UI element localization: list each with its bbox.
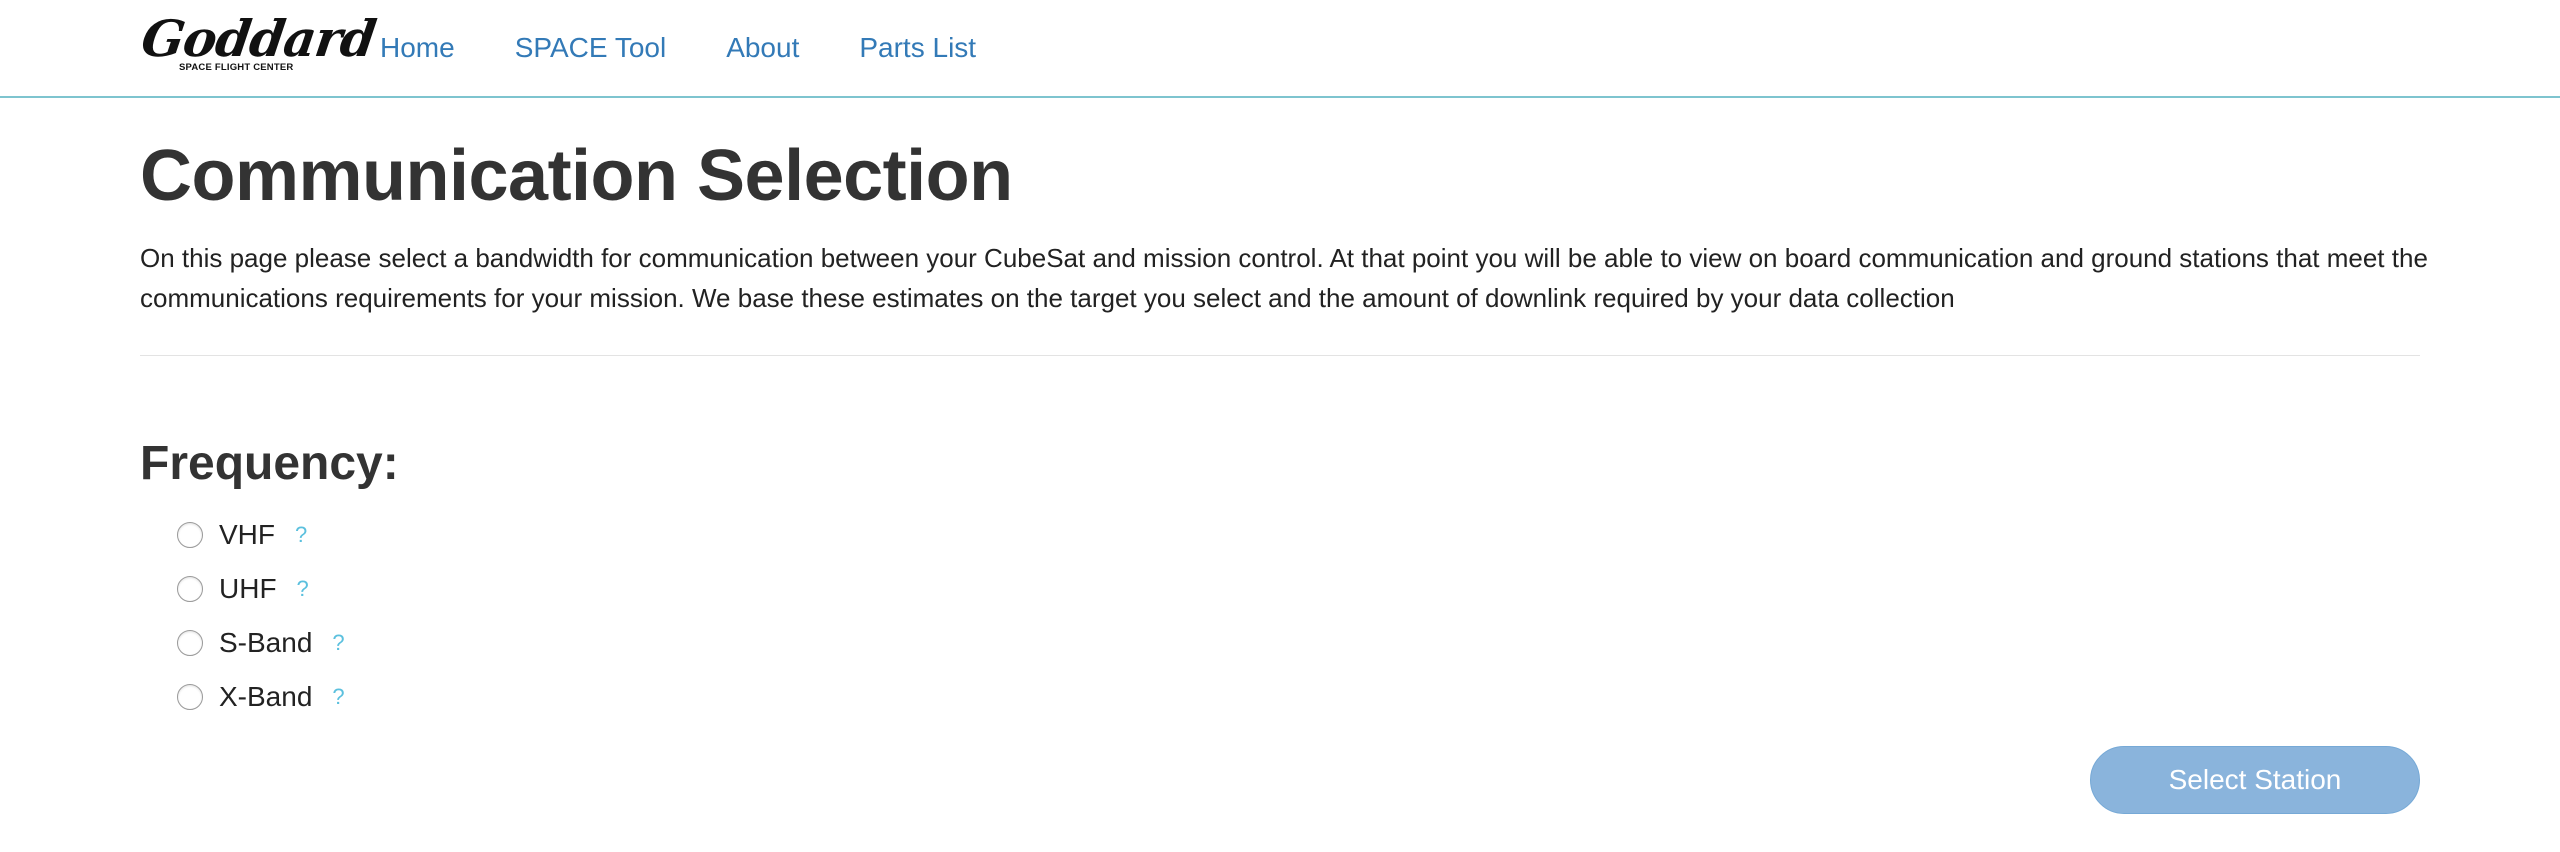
- uhf-help-icon[interactable]: ?: [297, 569, 309, 609]
- top-navbar: Goddard SPACE FLIGHT CENTER Home SPACE T…: [0, 0, 2560, 98]
- s-band-radio[interactable]: [177, 630, 203, 656]
- vhf-label[interactable]: VHF: [219, 515, 275, 555]
- x-band-help-icon[interactable]: ?: [332, 677, 344, 717]
- select-station-button[interactable]: Select Station: [2090, 746, 2420, 814]
- uhf-label[interactable]: UHF: [219, 569, 277, 609]
- vhf-radio[interactable]: [177, 522, 203, 548]
- page-intro: On this page please select a bandwidth f…: [140, 243, 2428, 313]
- frequency-option-uhf[interactable]: UHF ?: [177, 562, 345, 616]
- frequency-option-x-band[interactable]: X-Band ?: [177, 670, 345, 724]
- nav-link-parts-list[interactable]: Parts List: [859, 28, 976, 68]
- goddard-logo[interactable]: Goddard SPACE FLIGHT CENTER: [138, 9, 379, 78]
- s-band-label[interactable]: S-Band: [219, 623, 312, 663]
- frequency-option-s-band[interactable]: S-Band ?: [177, 616, 345, 670]
- page-title: Communication Selection: [140, 136, 1013, 216]
- logo-wordmark: Goddard: [137, 9, 379, 68]
- x-band-label[interactable]: X-Band: [219, 677, 312, 717]
- nav-link-space-tool[interactable]: SPACE Tool: [515, 28, 666, 68]
- logo-subtitle: SPACE FLIGHT CENTER: [179, 62, 294, 73]
- s-band-help-icon[interactable]: ?: [332, 623, 344, 663]
- x-band-radio[interactable]: [177, 684, 203, 710]
- uhf-radio[interactable]: [177, 576, 203, 602]
- nav-link-about[interactable]: About: [726, 28, 799, 68]
- frequency-option-vhf[interactable]: VHF ?: [177, 508, 345, 562]
- nav-link-home[interactable]: Home: [380, 28, 455, 68]
- frequency-options: VHF ? UHF ? S-Band ? X-Band ?: [177, 508, 345, 724]
- vhf-help-icon[interactable]: ?: [295, 515, 307, 555]
- section-divider: [140, 355, 2420, 356]
- nav-links: Home SPACE Tool About Parts List: [380, 28, 976, 68]
- frequency-heading: Frequency:: [140, 437, 399, 490]
